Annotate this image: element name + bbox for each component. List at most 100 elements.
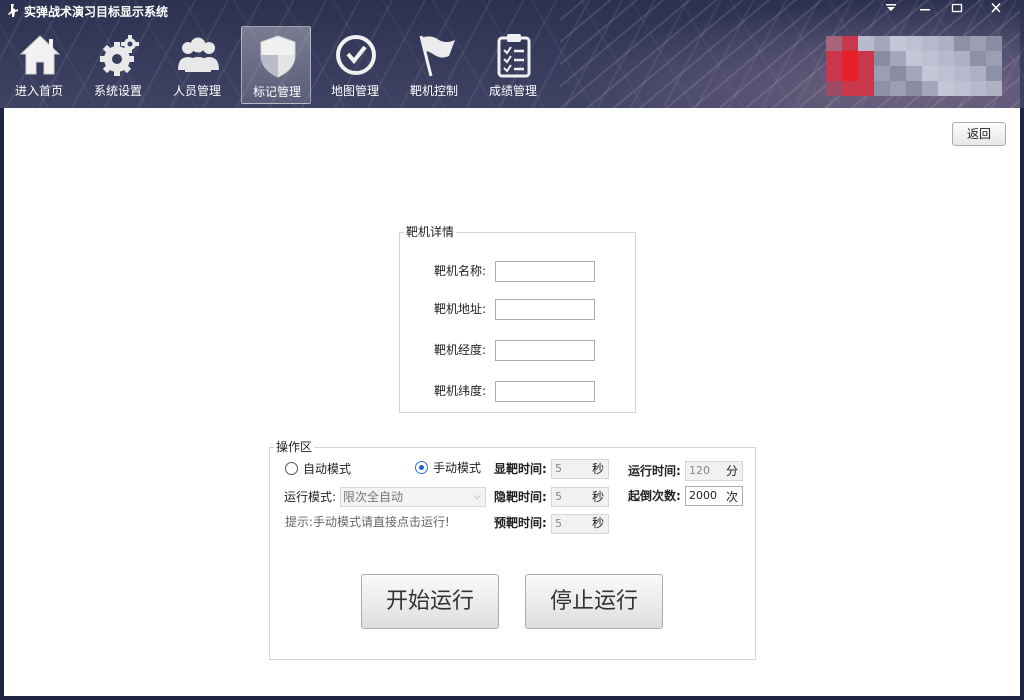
target-latitude-field[interactable]: [495, 381, 595, 402]
mosaic-tile: [826, 36, 842, 51]
start-button[interactable]: 开始运行: [361, 574, 499, 629]
close-icon: [991, 2, 1001, 13]
hint-text: 提示:手动模式请直接点击运行!: [285, 515, 450, 529]
stop-button[interactable]: 停止运行: [525, 574, 663, 629]
run-time-unit: 分: [726, 464, 739, 478]
main-content: 返回 靶机详情 靶机名称: 靶机地址: 靶机经度: 靶机纬度: 操作区 自动模式…: [4, 108, 1020, 696]
mosaic-tile: [842, 36, 858, 51]
mosaic-tile: [938, 66, 954, 81]
mosaic-tile: [842, 51, 858, 66]
target-longitude-field[interactable]: [495, 340, 595, 361]
mosaic-tile: [906, 66, 922, 81]
mosaic-tile: [922, 81, 938, 96]
manual-mode-radio[interactable]: 手动模式: [415, 461, 485, 475]
mosaic-tile: [954, 36, 970, 51]
header-bar: 实弹战术演习目标显示系统 进入首页 系统设置 人员管理 标记管理 地图管理 靶机…: [0, 0, 1024, 108]
mosaic-tile: [890, 51, 906, 66]
mosaic-tile: [826, 66, 842, 81]
radio-label: 手动模式: [433, 461, 482, 475]
mosaic-tile: [842, 66, 858, 81]
mosaic-tile: [954, 66, 970, 81]
mosaic-tile: [986, 81, 1002, 96]
mosaic-tile: [874, 66, 890, 81]
nav-label: 人员管理: [172, 84, 221, 98]
radio-indicator: [285, 462, 298, 475]
mosaic-tile: [874, 51, 890, 66]
mosaic-tile: [906, 81, 922, 96]
check-circle-icon: [336, 35, 376, 75]
mosaic-tile: [938, 36, 954, 51]
flag-icon: [419, 35, 455, 77]
nav-label: 成绩管理: [488, 84, 537, 98]
avatar: [826, 36, 1002, 96]
nav-label: 进入首页: [14, 84, 63, 98]
target-address-label: 靶机地址:: [434, 302, 487, 316]
nav-item-people[interactable]: 人员管理: [162, 26, 232, 104]
maximize-button[interactable]: [940, 0, 974, 18]
nav-item-home[interactable]: 进入首页: [4, 26, 74, 104]
mosaic-tile: [922, 66, 938, 81]
mosaic-tile: [970, 81, 986, 96]
hide-time-unit: 秒: [592, 490, 605, 504]
gear-icon: [100, 35, 139, 76]
mosaic-tile: [970, 51, 986, 66]
show-time-unit: 秒: [592, 462, 605, 476]
count-unit: 次: [726, 490, 739, 504]
target-name-label: 靶机名称:: [434, 264, 487, 278]
mosaic-tile: [938, 51, 954, 66]
close-button[interactable]: [974, 0, 1018, 18]
mosaic-tile: [986, 51, 1002, 66]
nav-label: 标记管理: [252, 85, 301, 99]
mosaic-tile: [906, 51, 922, 66]
clipboard-icon: [497, 34, 531, 78]
nav-label: 地图管理: [330, 84, 379, 98]
auto-mode-radio[interactable]: 自动模式: [285, 462, 355, 476]
nav-item-target-control[interactable]: 靶机控制: [399, 26, 469, 104]
window-menu-button[interactable]: [874, 0, 908, 18]
pre-time-label: 预靶时间:: [494, 516, 547, 530]
target-longitude-label: 靶机经度:: [434, 343, 487, 357]
nav-item-map[interactable]: 地图管理: [320, 26, 390, 104]
radio-label: 自动模式: [303, 462, 352, 476]
mosaic-tile: [858, 36, 874, 51]
nav-item-mark[interactable]: 标记管理: [241, 26, 311, 104]
mosaic-tile: [826, 51, 842, 66]
home-icon: [19, 35, 61, 75]
group-title: 靶机详情: [404, 225, 457, 239]
back-button[interactable]: 返回: [952, 122, 1006, 146]
group-title: 操作区: [274, 440, 315, 454]
run-mode-select[interactable]: 限次全自动 ⌵: [340, 487, 486, 507]
target-detail-group: 靶机详情 靶机名称: 靶机地址: 靶机经度: 靶机纬度:: [399, 225, 636, 413]
mosaic-tile: [858, 51, 874, 66]
mosaic-tile: [874, 81, 890, 96]
mosaic-tile: [890, 36, 906, 51]
target-name-field[interactable]: [495, 261, 595, 282]
mosaic-tile: [922, 51, 938, 66]
mosaic-tile: [938, 81, 954, 96]
run-mode-label: 运行模式:: [284, 490, 337, 504]
run-time-label: 运行时间:: [628, 464, 681, 478]
show-time-label: 显靶时间:: [494, 462, 547, 476]
mosaic-tile: [906, 36, 922, 51]
nav-label: 系统设置: [93, 84, 142, 98]
nav-item-settings[interactable]: 系统设置: [83, 26, 153, 104]
run-mode-value: 限次全自动: [343, 490, 404, 504]
mosaic-tile: [826, 81, 842, 96]
chevron-down-icon: [886, 4, 896, 11]
mosaic-tile: [986, 36, 1002, 51]
minimize-button[interactable]: [908, 0, 942, 18]
mosaic-tile: [858, 81, 874, 96]
people-icon: [178, 37, 219, 72]
target-address-field[interactable]: [495, 299, 595, 320]
nav-label: 靶机控制: [409, 84, 458, 98]
count-label: 起倒次数:: [628, 489, 681, 503]
window-title: 实弹战术演习目标显示系统: [24, 5, 169, 19]
mosaic-tile: [954, 81, 970, 96]
radio-indicator: [415, 461, 428, 474]
shield-icon: [260, 35, 296, 78]
mosaic-tile: [986, 66, 1002, 81]
maximize-icon: [951, 3, 963, 13]
nav-item-score[interactable]: 成绩管理: [478, 26, 548, 104]
soldier-icon: [5, 3, 21, 19]
mosaic-tile: [970, 36, 986, 51]
